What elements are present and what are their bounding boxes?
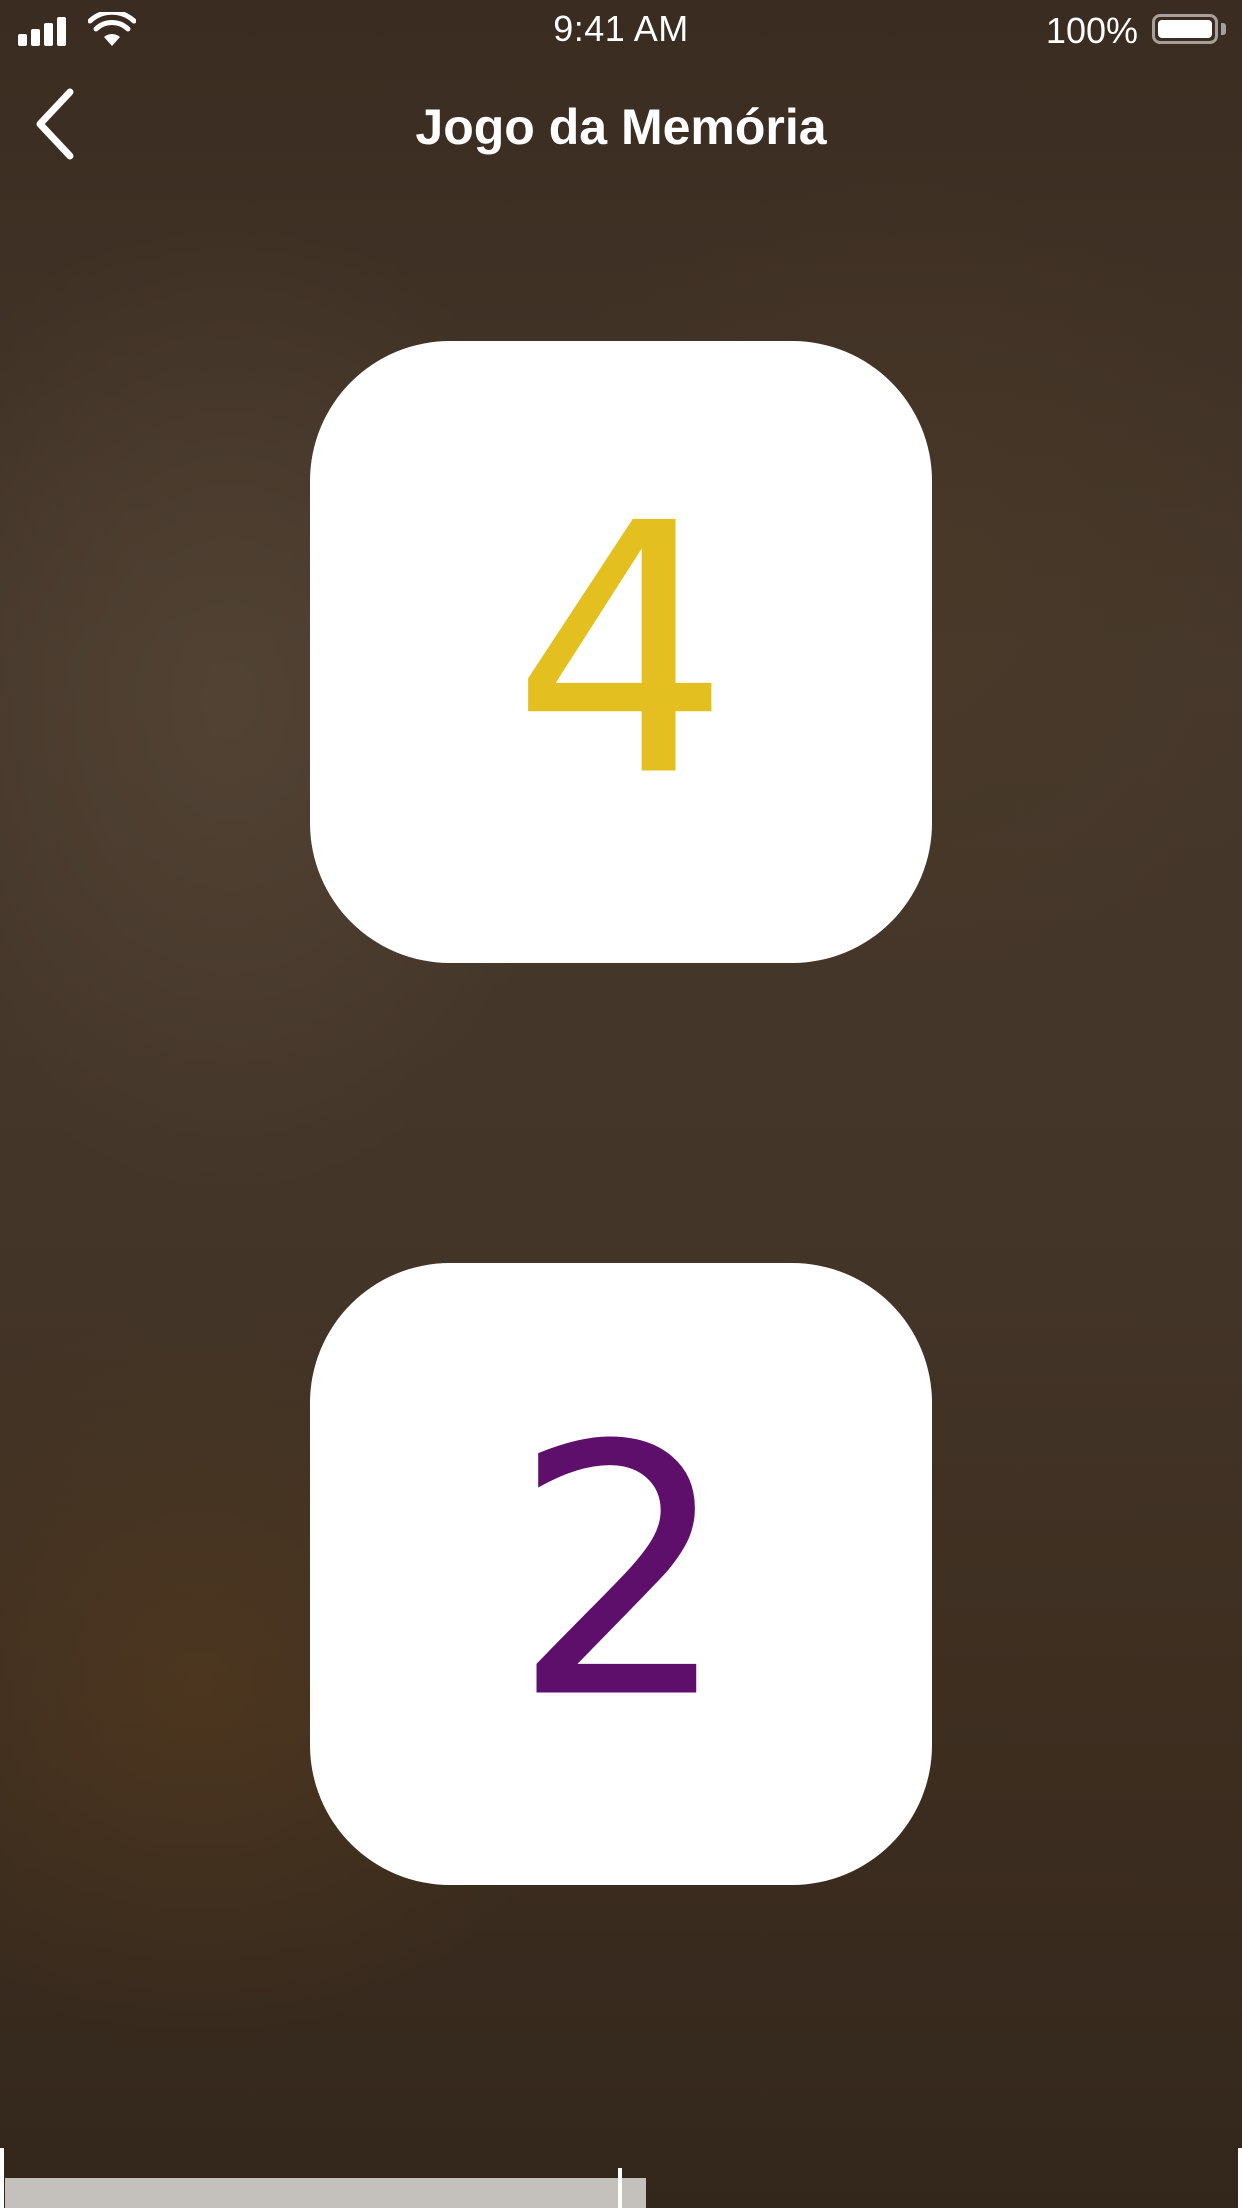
progress-edge-right xyxy=(1238,2148,1242,2208)
navigation-bar: Jogo da Memória xyxy=(0,60,1242,190)
memory-card[interactable]: 4 xyxy=(310,341,932,963)
status-bar: 9:41 AM 100% xyxy=(0,0,1242,60)
battery-icon xyxy=(1152,14,1218,44)
card-number: 4 xyxy=(511,451,731,853)
memory-card[interactable]: 2 xyxy=(310,1263,932,1885)
battery-level xyxy=(1158,20,1212,38)
card-number: 2 xyxy=(511,1373,731,1775)
progress-edge-left xyxy=(0,2148,4,2208)
page-title: Jogo da Memória xyxy=(415,99,827,155)
progress-midpoint-marker xyxy=(618,2168,622,2208)
battery-cap xyxy=(1221,23,1226,35)
progress-fill xyxy=(5,2178,646,2208)
battery-percentage: 100% xyxy=(1045,10,1138,51)
